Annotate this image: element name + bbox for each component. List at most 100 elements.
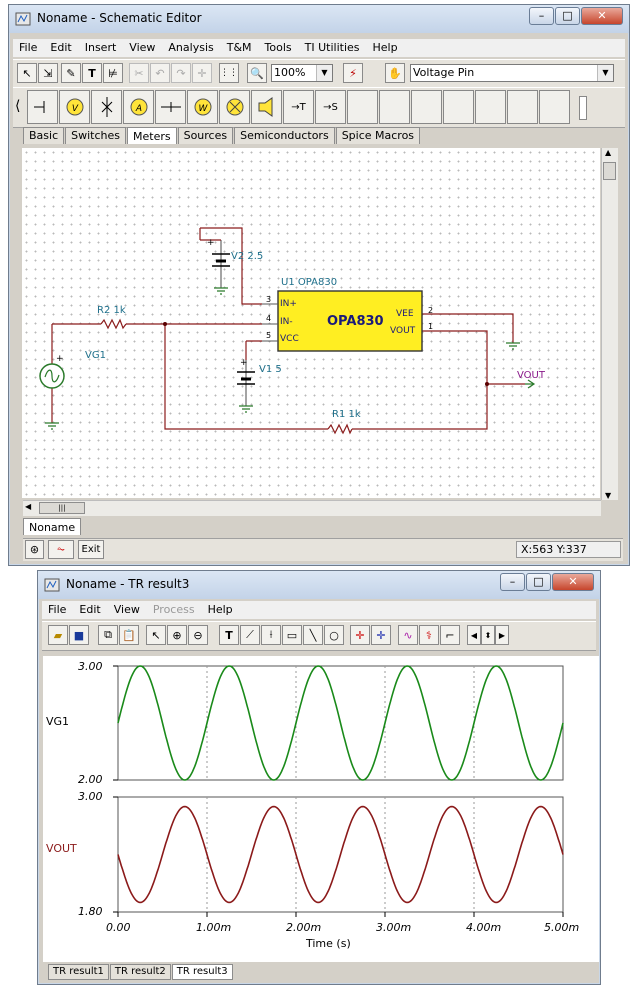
- resistor-r2[interactable]: [100, 318, 127, 330]
- zoom-icon[interactable]: 🔍: [247, 63, 267, 83]
- scroll-left-icon[interactable]: ⟨: [15, 98, 20, 114]
- menu-process[interactable]: Process: [147, 601, 202, 619]
- scroll-thumb[interactable]: |||: [39, 502, 85, 514]
- tab-noname[interactable]: Noname: [23, 518, 82, 535]
- tab-sources[interactable]: Sources: [177, 127, 234, 144]
- probe-icon[interactable]: [155, 90, 186, 124]
- line-icon[interactable]: ╲: [303, 625, 323, 645]
- wattmeter-icon[interactable]: W: [187, 90, 218, 124]
- copy-icon[interactable]: ⧉: [98, 625, 118, 645]
- menu-edit[interactable]: Edit: [73, 601, 107, 619]
- menu-tm[interactable]: T&M: [221, 39, 259, 57]
- cursor-b-icon[interactable]: ✛: [371, 625, 391, 645]
- ammeter-icon[interactable]: A: [123, 90, 154, 124]
- menu-view[interactable]: View: [123, 39, 162, 57]
- vertical-scrollbar[interactable]: ▲ ▼: [601, 148, 618, 500]
- tab-semiconductors[interactable]: Semiconductors: [234, 127, 335, 144]
- open-folder-icon[interactable]: ▰: [48, 625, 68, 645]
- analysis-icon[interactable]: ⏦: [48, 540, 74, 559]
- title-bar[interactable]: Noname - Schematic Editor – □ ✕: [9, 5, 629, 33]
- save-icon[interactable]: ■: [69, 625, 89, 645]
- menu-help[interactable]: Help: [367, 39, 405, 57]
- scroll-thumb[interactable]: [603, 162, 616, 180]
- paste-icon[interactable]: 📋: [119, 625, 139, 645]
- menu-ti-utilities[interactable]: TI Utilities: [299, 39, 367, 57]
- scroll-down-icon[interactable]: ▼: [605, 491, 611, 500]
- rectangle-icon[interactable]: ▭: [282, 625, 302, 645]
- current-arrow-icon[interactable]: [91, 90, 122, 124]
- menu-tools[interactable]: Tools: [259, 39, 299, 57]
- tab-tr-result2[interactable]: TR result2: [109, 964, 171, 980]
- close-button[interactable]: ✕: [552, 573, 594, 591]
- signal-generator-vg1[interactable]: [39, 363, 65, 389]
- horizontal-scrollbar[interactable]: ◀ |||: [23, 500, 601, 516]
- menu-edit[interactable]: Edit: [44, 39, 78, 57]
- voltmeter-icon[interactable]: V: [59, 90, 90, 124]
- toolbar-scroll-thumb[interactable]: [579, 96, 587, 120]
- circle-icon[interactable]: ○: [324, 625, 344, 645]
- arrow-updown-icon[interactable]: ⬍: [481, 625, 495, 645]
- probe-icon[interactable]: ⚕: [419, 625, 439, 645]
- minimize-button[interactable]: –: [529, 7, 554, 25]
- scroll-left-icon[interactable]: ◀: [25, 502, 31, 511]
- speaker-icon[interactable]: [251, 90, 282, 124]
- voltage-pin-icon[interactable]: [27, 90, 58, 124]
- schematic-canvas[interactable]: + V2 2.5 U1 OPA830 3 4 5 2 1 IN+ IN- VCC…: [22, 148, 600, 498]
- voltage-pin-vout[interactable]: [525, 379, 536, 389]
- pen-icon[interactable]: ✎: [61, 63, 81, 83]
- empty-slot: [539, 90, 570, 124]
- select-arrow-icon[interactable]: ↖: [146, 625, 166, 645]
- arrow-right-icon[interactable]: ▶: [495, 625, 509, 645]
- tab-tr-result1[interactable]: TR result1: [48, 964, 109, 980]
- plot-panel: [43, 656, 599, 962]
- wire-select-icon[interactable]: ⇲: [38, 63, 58, 83]
- curve-icon[interactable]: ∿: [398, 625, 418, 645]
- tab-basic[interactable]: Basic: [23, 127, 65, 144]
- resistor-r1[interactable]: [327, 423, 353, 435]
- zoom-out-icon[interactable]: ⊖: [188, 625, 208, 645]
- menu-file[interactable]: File: [42, 601, 73, 619]
- arrow-left-icon[interactable]: ◀: [467, 625, 481, 645]
- lamp-icon[interactable]: [219, 90, 250, 124]
- sheet-tabs: Noname: [23, 518, 82, 535]
- move-icon[interactable]: ✛: [192, 63, 212, 83]
- tab-meters[interactable]: Meters: [127, 127, 177, 144]
- close-button[interactable]: ✕: [581, 7, 623, 25]
- ti-analysis-icon[interactable]: ⚡: [343, 63, 363, 83]
- marker-icon[interactable]: ⟊: [261, 625, 281, 645]
- exit-button[interactable]: Exit: [78, 540, 104, 559]
- tab-switches[interactable]: Switches: [65, 127, 126, 144]
- undo-icon[interactable]: ↶: [150, 63, 170, 83]
- tab-tr-result3[interactable]: TR result3: [171, 964, 233, 980]
- component-select[interactable]: Voltage Pin ▼: [410, 64, 614, 82]
- window-title: Noname - Schematic Editor: [37, 11, 202, 25]
- select-arrow-icon[interactable]: ↖: [17, 63, 37, 83]
- terminal-t-icon[interactable]: →T: [283, 90, 314, 124]
- battery-v2[interactable]: [200, 239, 230, 267]
- cursor-a-icon[interactable]: ✛: [350, 625, 370, 645]
- step-icon[interactable]: ⌐: [440, 625, 460, 645]
- menu-view[interactable]: View: [108, 601, 147, 619]
- terminal-s-icon[interactable]: →S: [315, 90, 346, 124]
- scroll-up-icon[interactable]: ▲: [605, 148, 611, 157]
- menu-help[interactable]: Help: [202, 601, 240, 619]
- cursor-tool-icon[interactable]: ⟋: [240, 625, 260, 645]
- menu-analysis[interactable]: Analysis: [162, 39, 220, 57]
- menu-insert[interactable]: Insert: [79, 39, 124, 57]
- cut-icon[interactable]: ✂: [129, 63, 149, 83]
- redo-icon[interactable]: ↷: [171, 63, 191, 83]
- tab-spice-macros[interactable]: Spice Macros: [335, 127, 421, 144]
- zoom-in-icon[interactable]: ⊕: [167, 625, 187, 645]
- maximize-button[interactable]: □: [526, 573, 551, 591]
- title-bar[interactable]: Noname - TR result3 – □ ✕: [38, 571, 600, 599]
- component-icon[interactable]: ⊛: [25, 540, 44, 559]
- minimize-button[interactable]: –: [500, 573, 525, 591]
- label-icon[interactable]: ⊭: [103, 63, 123, 83]
- maximize-button[interactable]: □: [555, 7, 580, 25]
- zoom-select[interactable]: 100% ▼: [271, 64, 333, 82]
- text-icon[interactable]: T: [219, 625, 239, 645]
- menu-file[interactable]: File: [13, 39, 44, 57]
- text-icon[interactable]: T: [82, 63, 102, 83]
- component-place-icon[interactable]: ✋: [385, 63, 405, 83]
- grid-icon[interactable]: ⋮⋮: [219, 63, 239, 83]
